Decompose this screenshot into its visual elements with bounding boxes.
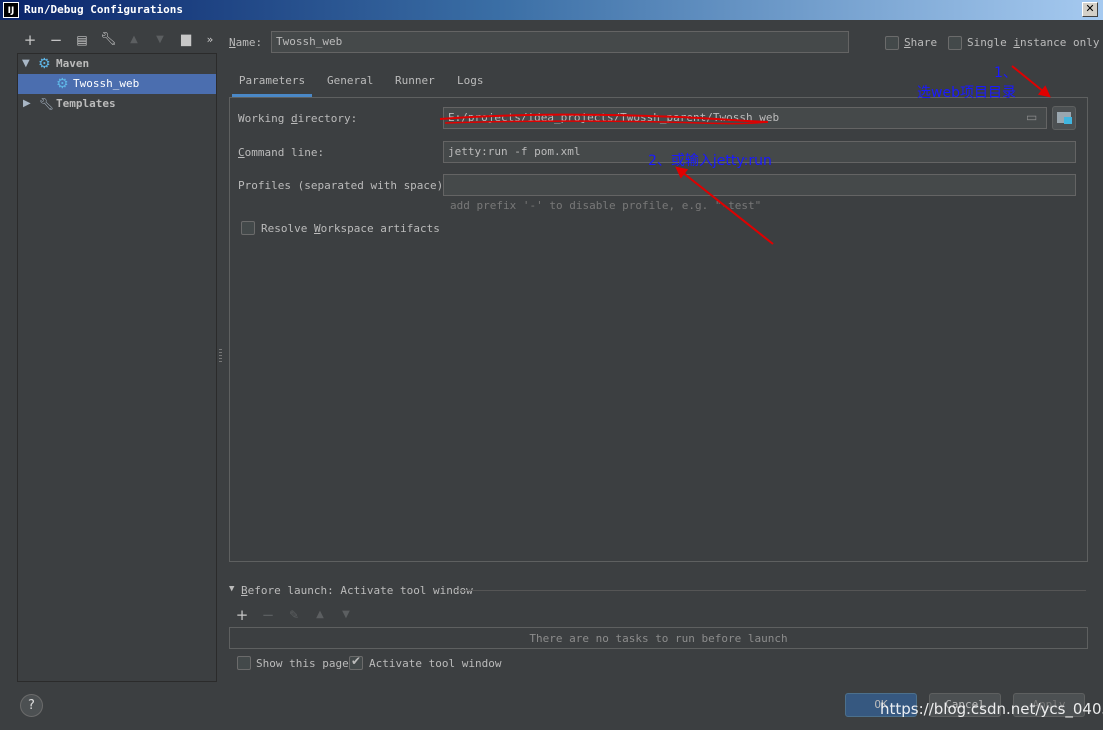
before-launch-toggle-icon[interactable]: ▼: [229, 584, 234, 594]
step1-text: 选web项目目录: [917, 85, 1016, 101]
move-task-up-icon[interactable]: ▲: [312, 607, 328, 623]
resolve-workspace-label: Resolve Workspace artifacts: [261, 222, 440, 235]
share-label: Share: [904, 36, 938, 49]
profiles-hint: add prefix '-' to disable profile, e.g. …: [450, 199, 762, 212]
tree-item-label: Twossh_web: [73, 77, 140, 90]
share-checkbox[interactable]: [885, 36, 899, 50]
arrow-down-icon[interactable]: ▼: [152, 32, 168, 48]
name-input[interactable]: Twossh_web: [271, 31, 849, 53]
show-this-page-label: Show this page: [256, 657, 349, 670]
single-instance-label: Single instance only: [967, 36, 1100, 49]
configuration-tree[interactable]: ▼ ⚙ Maven ⚙ Twossh_web ▶ 🔧︎ Templates: [17, 53, 217, 682]
expanded-arrow-icon[interactable]: ▼: [22, 54, 30, 74]
tab-general[interactable]: General: [327, 73, 373, 97]
profiles-label: Profiles (separated with space):: [238, 179, 450, 192]
tree-item-label: Templates: [56, 97, 116, 110]
name-label: Name:: [229, 36, 263, 49]
resolve-workspace-checkbox[interactable]: [241, 221, 255, 235]
close-button[interactable]: ✕: [1082, 2, 1098, 17]
watermark: https://blog.csdn.net/ycs_0405: [880, 700, 1103, 718]
minus-icon[interactable]: −: [48, 32, 64, 48]
folder-add-icon[interactable]: ▆: [178, 32, 194, 48]
working-directory-label: Working directory:: [238, 112, 358, 125]
edit-task-icon[interactable]: ✎: [286, 607, 302, 623]
title-bar: IJ Run/Debug Configurations ✕: [0, 0, 1103, 20]
help-button[interactable]: ?: [20, 694, 43, 717]
activate-tool-window-label: Activate tool window: [369, 657, 502, 670]
before-launch-divider: [456, 590, 1086, 591]
wrench-icon: 🔧︎: [39, 97, 55, 111]
before-launch-task-list[interactable]: There are no tasks to run before launch: [229, 627, 1088, 649]
tab-runner[interactable]: Runner: [395, 73, 435, 97]
browse-module-button[interactable]: [1052, 106, 1076, 130]
working-directory-input[interactable]: E:/projects/idea_projects/Twossh_parent/…: [443, 107, 1047, 129]
arrow-up-icon[interactable]: ▲: [126, 32, 142, 48]
app-icon: IJ: [3, 2, 19, 18]
single-instance-checkbox[interactable]: [948, 36, 962, 50]
step1-number: 1、: [994, 65, 1017, 81]
show-this-page-checkbox[interactable]: [237, 656, 251, 670]
activate-tool-window-checkbox[interactable]: ✔: [349, 654, 363, 670]
window-title: Run/Debug Configurations: [24, 3, 183, 16]
maven-gear-icon: ⚙: [38, 56, 51, 72]
add-task-icon[interactable]: +: [234, 607, 250, 623]
step2-text: 2、或输入jetty:run: [648, 153, 772, 169]
tree-item-templates[interactable]: ▶ 🔧︎ Templates: [18, 94, 216, 114]
wrench-icon[interactable]: 🔧︎: [100, 32, 117, 48]
config-gear-icon: ⚙: [56, 76, 69, 92]
profiles-input[interactable]: [443, 174, 1076, 196]
copy-icon[interactable]: ▤: [74, 32, 90, 48]
tree-item-maven[interactable]: ▼ ⚙ Maven: [18, 54, 216, 74]
collapsed-arrow-icon[interactable]: ▶: [23, 94, 31, 114]
checkmark-icon: ✔: [351, 654, 362, 668]
command-line-label: Command line:: [238, 146, 325, 159]
module-badge-icon: [1064, 117, 1072, 124]
plus-icon[interactable]: +: [22, 32, 38, 48]
remove-task-icon[interactable]: −: [260, 607, 276, 623]
chevron-more-icon[interactable]: »: [202, 32, 218, 48]
move-task-down-icon[interactable]: ▼: [338, 607, 354, 623]
before-launch-title[interactable]: Before launch: Activate tool window: [241, 584, 473, 597]
tab-logs[interactable]: Logs: [457, 73, 484, 97]
tree-item-label: Maven: [56, 57, 90, 70]
folder-open-icon[interactable]: ▭: [1026, 110, 1037, 124]
step1-arrow: [1011, 65, 1051, 98]
tree-item-twossh-web[interactable]: ⚙ Twossh_web: [18, 74, 216, 94]
tab-parameters[interactable]: Parameters: [232, 73, 312, 97]
splitter-handle[interactable]: [219, 348, 222, 362]
